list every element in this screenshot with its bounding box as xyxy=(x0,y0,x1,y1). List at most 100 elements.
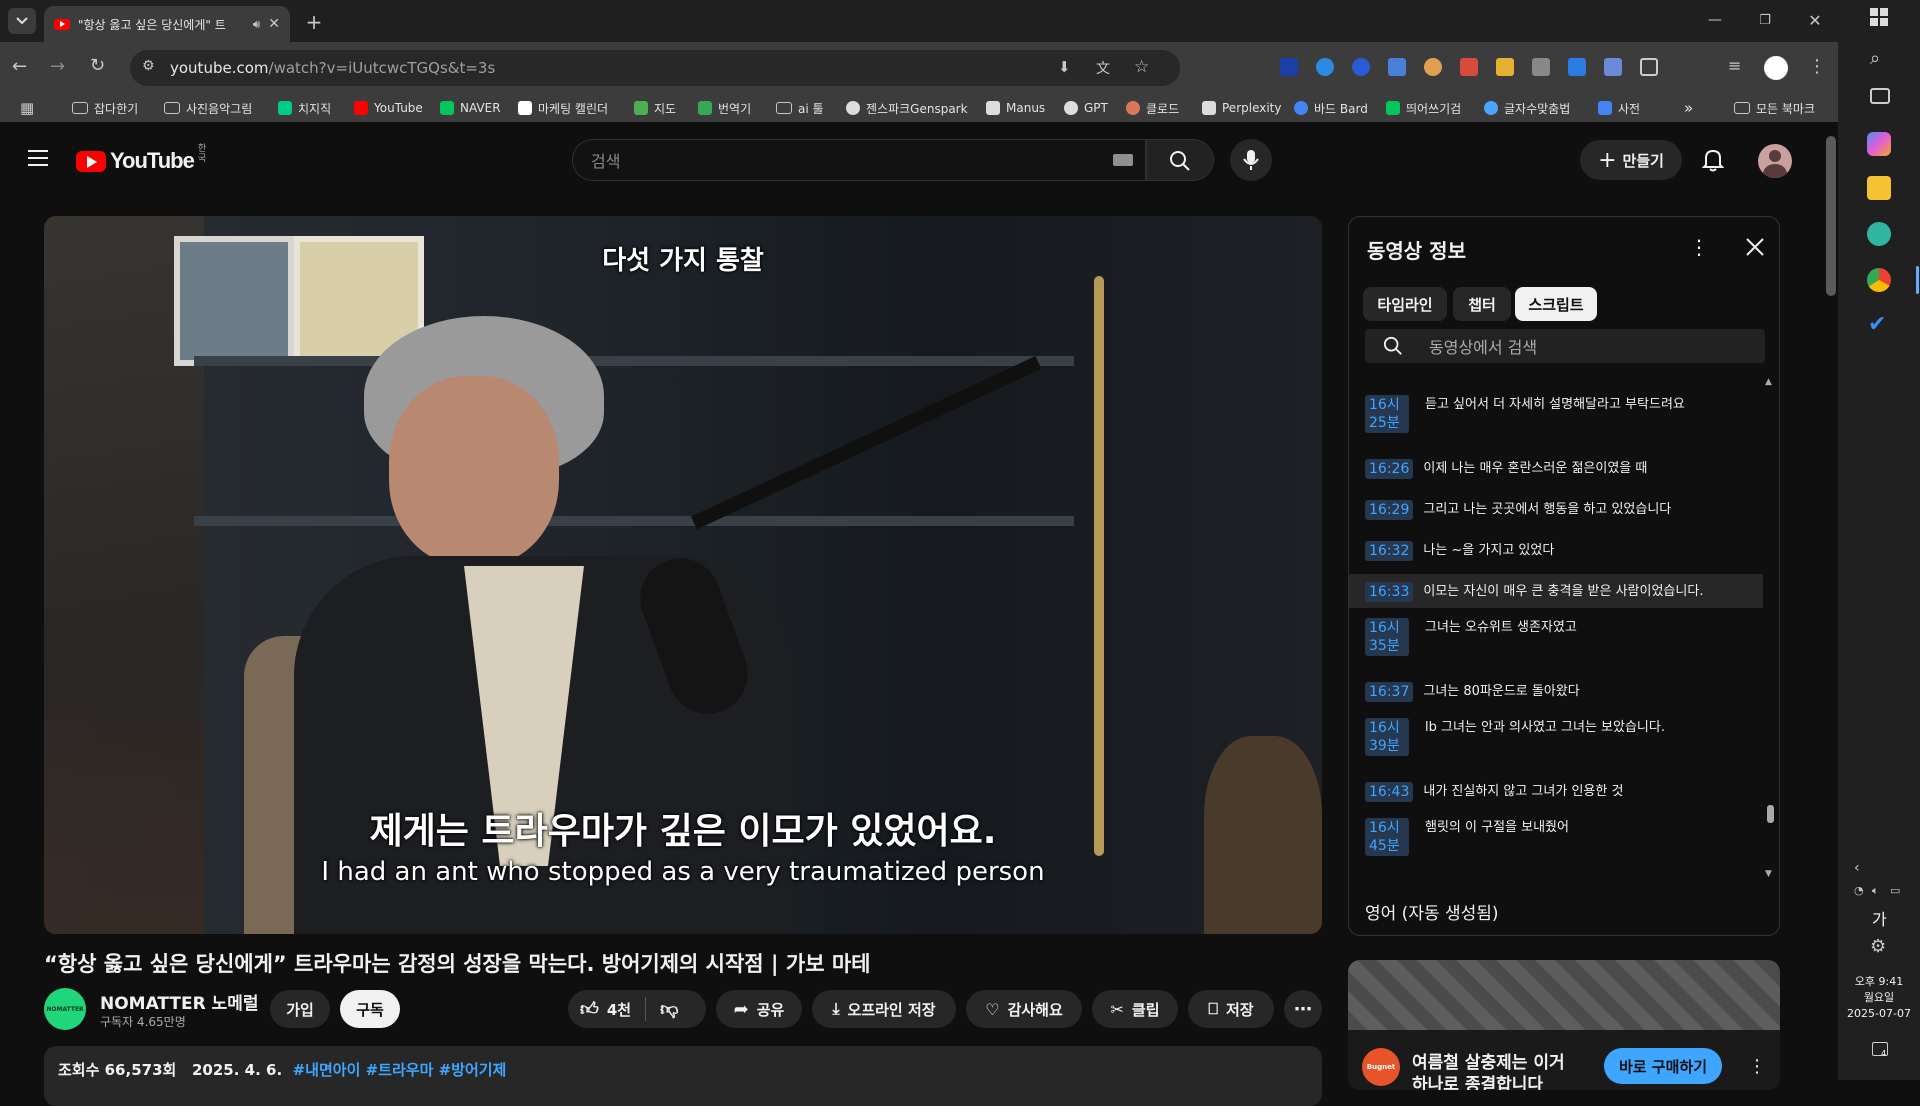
channel-avatar[interactable]: NOMATTER xyxy=(44,988,86,1030)
copilot-icon[interactable] xyxy=(1867,132,1891,156)
bookmark-12[interactable]: 클로드 xyxy=(1126,98,1179,118)
search-button[interactable] xyxy=(1146,139,1214,181)
ad-more-icon[interactable]: ⋮ xyxy=(1748,1056,1766,1077)
transcript-scrollbar-thumb[interactable] xyxy=(1767,805,1774,823)
transcript-segment[interactable]: 16:32 나는 ~을 가지고 있었다 xyxy=(1349,533,1763,567)
extension-5-icon[interactable] xyxy=(1424,58,1442,76)
scroll-down-arrow-icon[interactable]: ▼ xyxy=(1765,869,1772,879)
transcript-segment[interactable]: 16시 39분 lb 그녀는 안과 의사였고 그녀는 보았습니다. xyxy=(1349,715,1763,766)
extension-2-icon[interactable] xyxy=(1316,58,1334,76)
chip-chapters[interactable]: 챕터 xyxy=(1453,287,1511,321)
bookmark-5[interactable]: 마케팅 캘린더 xyxy=(518,98,608,118)
transcript-segment[interactable]: 16시 25분 듣고 싶어서 더 자세히 설명해달라고 부탁드려요 xyxy=(1349,392,1763,443)
bookmark-4[interactable]: NAVER xyxy=(440,98,501,118)
clock[interactable]: 오후 9:41 월요일 2025-07-07 xyxy=(1838,974,1920,1022)
browser-menu-icon[interactable]: ⋮ xyxy=(1808,56,1826,77)
download-button[interactable]: ⤓ 오프라인 저장 xyxy=(812,990,956,1028)
create-button[interactable]: + 만들기 xyxy=(1580,140,1682,180)
back-icon[interactable]: ← xyxy=(12,56,27,77)
hashtags[interactable]: #내면아이 #트라우마 #방어기제 xyxy=(293,1061,507,1079)
todo-check-icon[interactable]: ✔ xyxy=(1868,312,1886,337)
close-window-icon[interactable]: ✕ xyxy=(1800,8,1830,32)
dislike-button[interactable]: 👎︎ xyxy=(660,998,678,1020)
subscribe-button[interactable]: 구독 xyxy=(340,990,400,1028)
transcript-segment[interactable]: 16:37 그녀는 80파운드로 돌아왔다 xyxy=(1349,674,1763,708)
extensions-puzzle-icon[interactable] xyxy=(1640,58,1658,76)
bookmark-6[interactable]: 지도 xyxy=(634,98,676,118)
youtube-logo[interactable]: YouTube 한국 xyxy=(76,144,208,174)
transcript-segment[interactable]: 16:33 이모는 자신이 매우 큰 충격을 받은 사람이었습니다. xyxy=(1349,574,1763,608)
more-actions-button[interactable]: ⋯ xyxy=(1284,990,1322,1028)
close-tab-icon[interactable]: ✕ xyxy=(268,16,280,32)
extension-7-icon[interactable] xyxy=(1496,58,1514,76)
settings-gear-icon[interactable]: ⚙ xyxy=(1870,936,1886,957)
join-button[interactable]: 가입 xyxy=(270,990,330,1028)
bookmark-17[interactable]: 사전 xyxy=(1598,98,1640,118)
transcript-segment[interactable]: 16시 45분 햄릿의 이 구절을 보내줬어 xyxy=(1349,815,1763,866)
battery-icon[interactable]: ▭ xyxy=(1890,884,1900,897)
file-explorer-icon[interactable] xyxy=(1867,176,1891,200)
apps-grid-icon[interactable]: ▦ xyxy=(20,99,34,117)
transcript-language-selector[interactable]: 영어 (자동 생성됨) xyxy=(1365,899,1499,924)
extension-9-icon[interactable] xyxy=(1568,58,1586,76)
task-view-icon[interactable] xyxy=(1870,88,1890,104)
page-scrollbar[interactable] xyxy=(1826,136,1836,296)
share-button[interactable]: ➦ 공유 xyxy=(716,990,802,1028)
ime-indicator[interactable]: 가 xyxy=(1872,906,1887,930)
all-bookmarks[interactable]: 모든 북마크 xyxy=(1734,98,1815,118)
bookmark-10[interactable]: Manus xyxy=(986,98,1045,118)
chip-timeline[interactable]: 타임라인 xyxy=(1363,287,1447,321)
omnibox[interactable]: ⚙ youtube.com/watch?v=iUutcwcTGQs&t=3s ⬇… xyxy=(130,50,1180,86)
channel-name[interactable]: NOMATTER 노메럴 xyxy=(100,989,259,1014)
thanks-button[interactable]: ♡ 감사해요 xyxy=(966,990,1082,1028)
extension-10-icon[interactable] xyxy=(1604,58,1622,76)
minimize-icon[interactable]: — xyxy=(1700,10,1730,30)
show-hidden-icons-chevron-icon[interactable]: ‹ xyxy=(1854,860,1860,876)
close-panel-icon[interactable] xyxy=(1745,237,1765,257)
bookmark-3[interactable]: YouTube xyxy=(354,98,423,118)
sponsored-ad[interactable]: Bugnet 여름철 살충제는 이거 하나로 종결합니다 바로 구매하기 ⋮ xyxy=(1348,960,1780,1090)
bookmark-8[interactable]: ai 툴 xyxy=(776,98,824,118)
save-button[interactable]: ⎕ 저장 xyxy=(1188,990,1274,1028)
bookmark-1[interactable]: 사진음악그림 xyxy=(164,98,252,118)
extension-8-icon[interactable] xyxy=(1532,58,1550,76)
volume-icon[interactable]: 🔈︎ xyxy=(1872,884,1879,898)
bookmark-13[interactable]: Perplexity xyxy=(1202,98,1282,118)
extension-3-icon[interactable] xyxy=(1352,58,1370,76)
transcript-segment[interactable]: 16:29 그리고 나는 곳곳에서 행동을 하고 있었습니다 xyxy=(1349,492,1763,526)
notifications-bell-icon[interactable] xyxy=(1702,148,1724,172)
extension-4-icon[interactable] xyxy=(1388,58,1406,76)
bookmark-star-icon[interactable]: ☆ xyxy=(1134,57,1149,77)
notification-center-icon[interactable]: 4 xyxy=(1872,1042,1888,1058)
extension-6-icon[interactable] xyxy=(1460,58,1478,76)
bookmark-7[interactable]: 번역기 xyxy=(698,98,751,118)
chip-transcript[interactable]: 스크립트 xyxy=(1515,287,1597,321)
transcript-search-input[interactable]: 동영상에서 검색 xyxy=(1365,329,1765,363)
site-info-icon[interactable]: ⚙ xyxy=(142,58,155,74)
install-icon[interactable]: ⬇ xyxy=(1058,58,1071,76)
new-tab-icon[interactable]: + xyxy=(302,10,326,34)
transcript-segment[interactable]: 16:26 이제 나는 매우 혼란스러운 젊은이였을 때 xyxy=(1349,451,1763,485)
description-box[interactable]: 조회수 66,573회 2025. 4. 6. #내면아이 #트라우마 #방어기… xyxy=(44,1046,1322,1106)
transcript-segment[interactable]: 16시 35분 그녀는 오슈위트 생존자였고 xyxy=(1349,615,1763,666)
guide-menu-icon[interactable] xyxy=(28,150,48,166)
bookmark-15[interactable]: 띄어쓰기검 xyxy=(1386,98,1461,118)
voice-search-button[interactable] xyxy=(1230,139,1272,181)
speaker-icon[interactable]: 🔊︎ xyxy=(253,17,261,32)
bookmark-16[interactable]: 글자수맞춤법 xyxy=(1484,98,1570,118)
media-control-icon[interactable]: ≡ xyxy=(1728,56,1741,75)
search-input[interactable]: 검색 xyxy=(572,139,1146,181)
wifi-icon[interactable]: ◔ xyxy=(1854,884,1864,897)
scroll-up-arrow-icon[interactable]: ▲ xyxy=(1765,377,1772,387)
transcript-segment[interactable]: 16:43 내가 진실하지 않고 그녀가 인용한 것 xyxy=(1349,774,1763,808)
bookmark-9[interactable]: 젠스파크Genspark xyxy=(846,98,968,118)
restore-icon[interactable]: ❐ xyxy=(1750,10,1780,30)
bookmark-14[interactable]: 바드 Bard xyxy=(1294,98,1368,118)
ad-buy-button[interactable]: 바로 구매하기 xyxy=(1604,1048,1722,1084)
start-windows-icon[interactable] xyxy=(1870,8,1888,26)
keyboard-icon[interactable] xyxy=(1113,154,1133,166)
translate-page-icon[interactable]: 文 xyxy=(1096,58,1110,78)
reload-icon[interactable]: ↻ xyxy=(90,55,105,76)
account-avatar[interactable] xyxy=(1758,144,1792,178)
bookmark-0[interactable]: 잡다한기 xyxy=(72,98,138,118)
